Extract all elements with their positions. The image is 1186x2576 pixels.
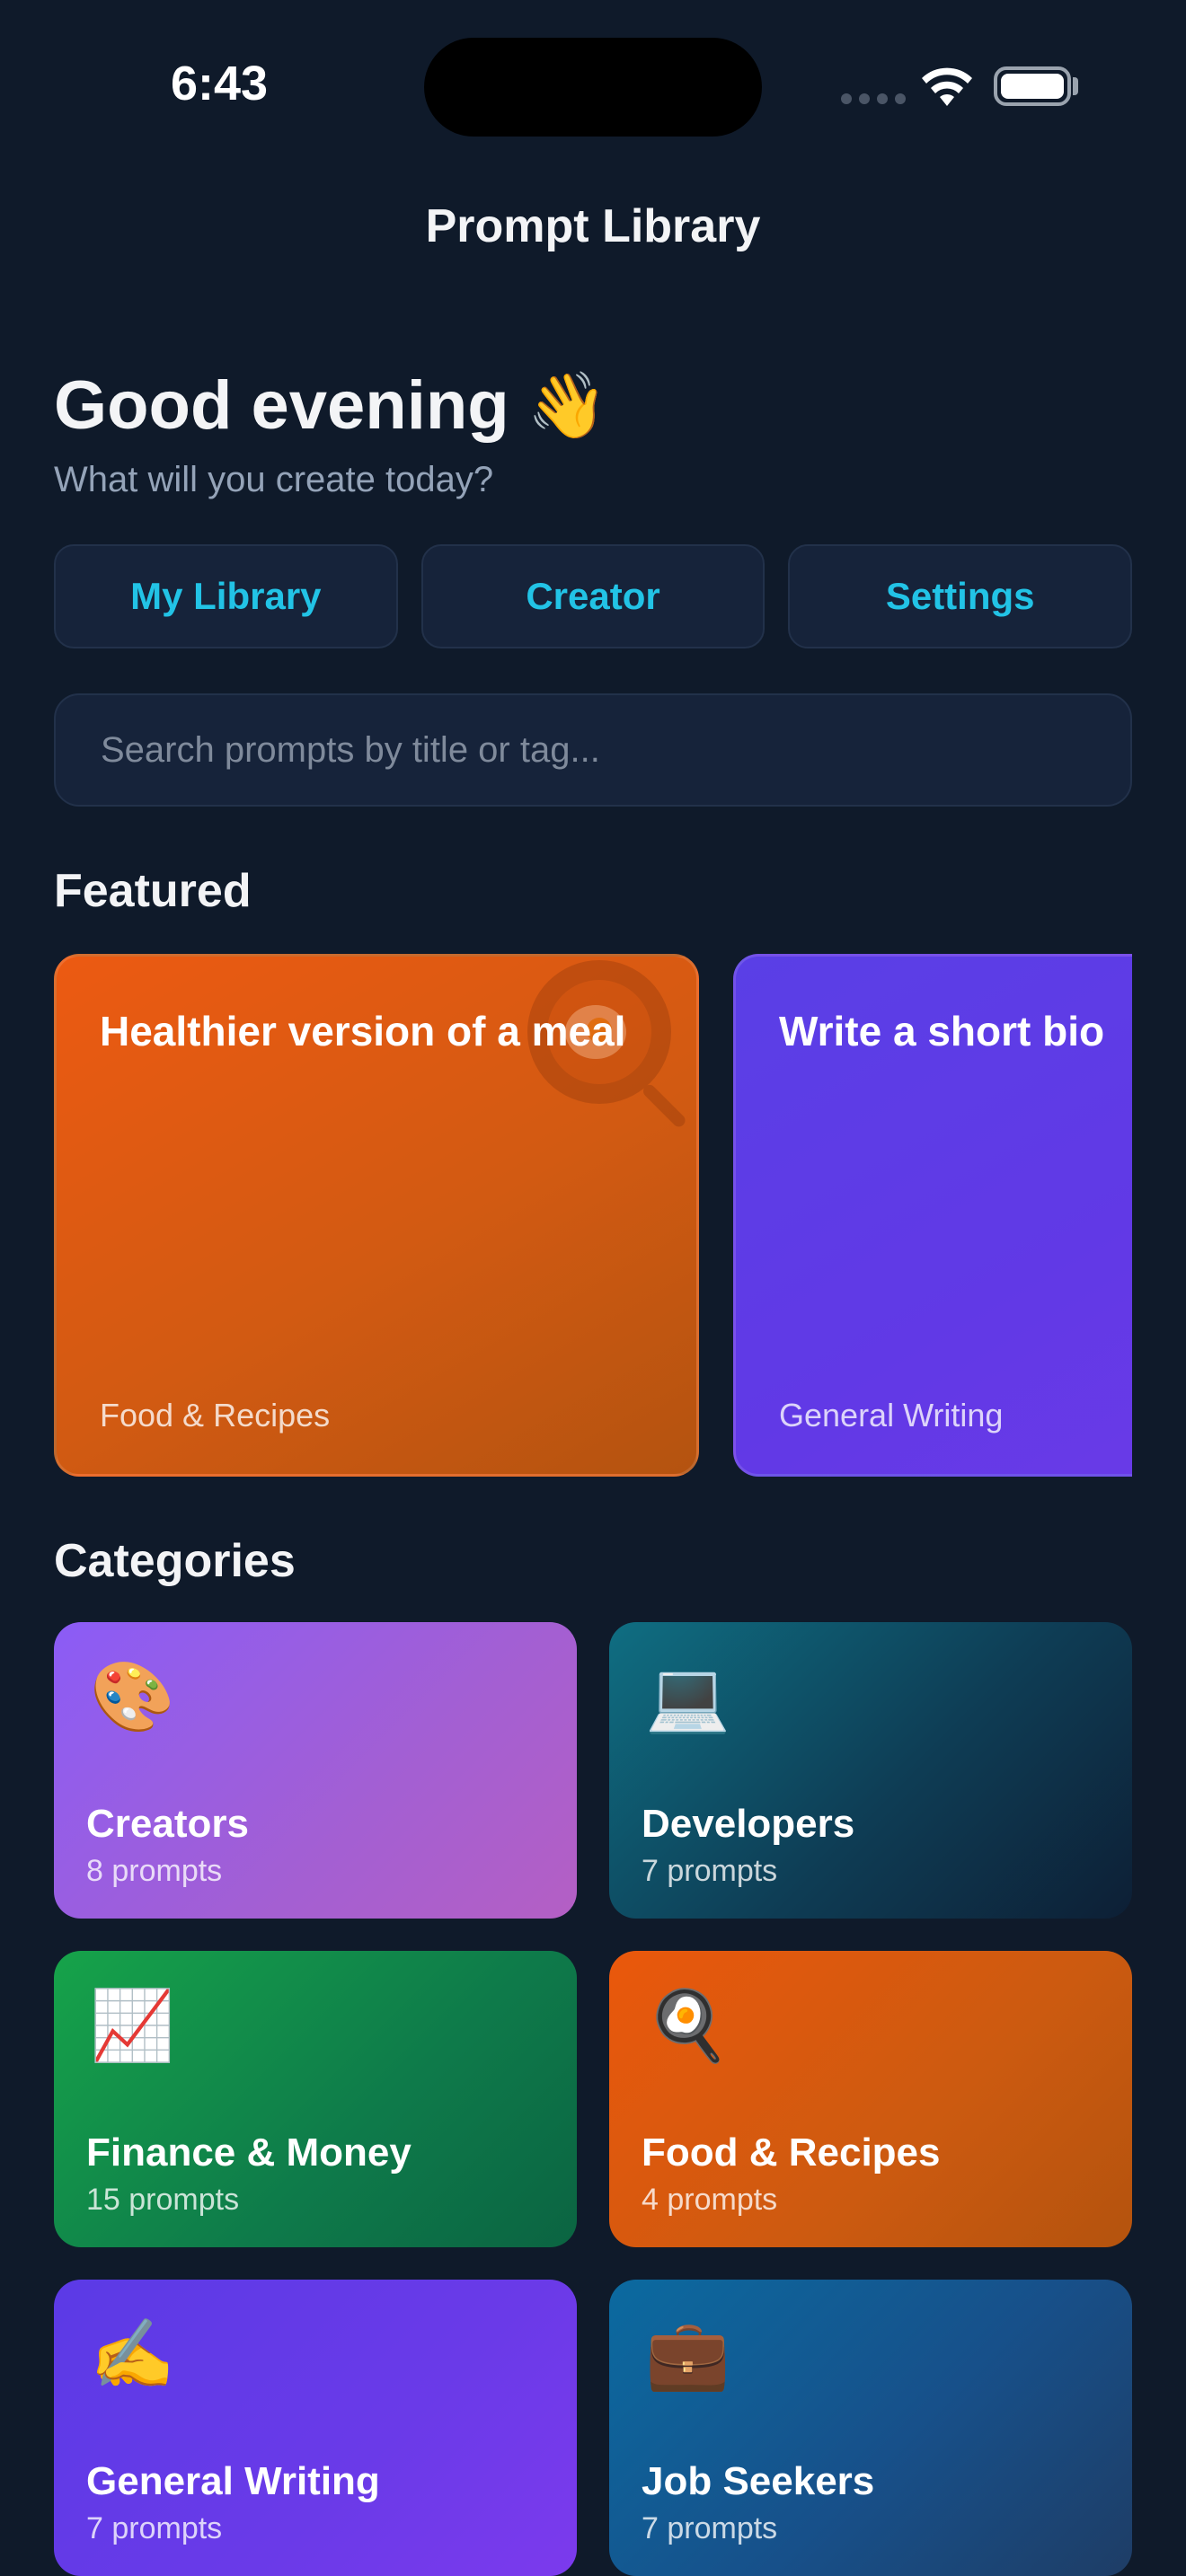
categories-section-title: Categories xyxy=(54,1535,296,1587)
screen: 6:43 Prompt Library Good evening 👋 What … xyxy=(0,0,1186,2576)
category-card-food-recipes[interactable]: 🍳 Food & Recipes 4 prompts xyxy=(609,1951,1132,2247)
cellular-signal-icon xyxy=(841,93,906,104)
category-name: Creators xyxy=(86,1802,249,1846)
wifi-icon xyxy=(922,67,972,106)
featured-carousel[interactable]: Healthier version of a meal Food & Recip… xyxy=(54,954,1132,1477)
featured-card-title: Write a short bio xyxy=(779,1008,1105,1054)
search-input[interactable] xyxy=(54,693,1132,807)
category-name: Food & Recipes xyxy=(642,2130,941,2175)
category-card-general-writing[interactable]: ✍️ General Writing 7 prompts xyxy=(54,2280,577,2576)
featured-card-category: General Writing xyxy=(779,1397,1004,1434)
palette-icon: 🎨 xyxy=(90,1659,175,1735)
page-title: Prompt Library xyxy=(425,200,761,252)
creator-button[interactable]: Creator xyxy=(420,544,766,648)
category-name: Finance & Money xyxy=(86,2130,412,2175)
category-card-creators[interactable]: 🎨 Creators 8 prompts xyxy=(54,1622,577,1919)
category-card-developers[interactable]: 💻 Developers 7 prompts xyxy=(609,1622,1132,1919)
dynamic-island xyxy=(424,38,762,137)
my-library-button[interactable]: My Library xyxy=(54,544,398,648)
category-count: 4 prompts xyxy=(642,2183,778,2217)
featured-card-category: Food & Recipes xyxy=(100,1397,331,1434)
featured-card-short-bio[interactable]: Write a short bio General Writing xyxy=(733,954,1132,1477)
greeting-text: Good evening xyxy=(54,367,509,444)
category-card-finance-money[interactable]: 📈 Finance & Money 15 prompts xyxy=(54,1951,577,2247)
settings-button[interactable]: Settings xyxy=(788,544,1133,648)
briefcase-icon: 💼 xyxy=(645,2316,730,2393)
category-count: 7 prompts xyxy=(642,1854,778,1888)
greeting-subtitle: What will you create today? xyxy=(54,460,494,499)
greeting-heading: Good evening 👋 xyxy=(54,366,607,445)
frying-pan-icon: 🍳 xyxy=(645,1988,730,2064)
featured-section-title: Featured xyxy=(54,865,252,917)
featured-card-title: Healthier version of a meal xyxy=(100,1008,626,1054)
category-count: 7 prompts xyxy=(86,2511,223,2545)
category-count: 8 prompts xyxy=(86,1854,223,1888)
chart-up-icon: 📈 xyxy=(90,1988,175,2064)
status-bar: 6:43 xyxy=(0,0,1186,171)
category-name: Job Seekers xyxy=(642,2459,875,2503)
category-count: 7 prompts xyxy=(642,2511,778,2545)
category-count: 15 prompts xyxy=(86,2183,240,2217)
featured-card-healthier-meal[interactable]: Healthier version of a meal Food & Recip… xyxy=(54,954,699,1477)
category-card-job-seekers[interactable]: 💼 Job Seekers 7 prompts xyxy=(609,2280,1132,2576)
battery-icon xyxy=(994,66,1071,106)
status-time: 6:43 xyxy=(171,57,269,110)
category-name: Developers xyxy=(642,1802,855,1846)
laptop-icon: 💻 xyxy=(645,1659,730,1735)
battery-cap xyxy=(1073,77,1078,95)
category-name: General Writing xyxy=(86,2459,380,2503)
top-button-row: My Library Creator Settings xyxy=(54,544,1133,648)
waving-hand-icon: 👋 xyxy=(527,370,608,442)
writing-hand-icon: ✍️ xyxy=(90,2316,175,2393)
